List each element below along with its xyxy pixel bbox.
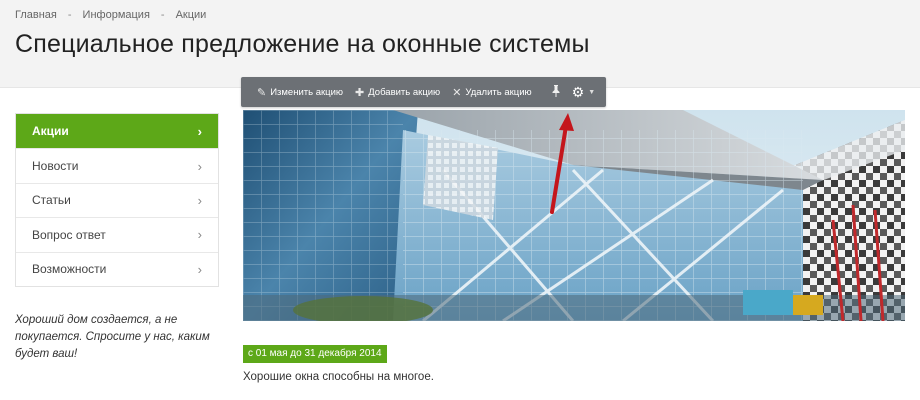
breadcrumb-home[interactable]: Главная — [15, 9, 57, 21]
breadcrumb-current: Акции — [175, 9, 207, 21]
promo-banner-image — [243, 110, 905, 321]
sidebar-item-label: Статьи — [32, 193, 71, 208]
sidebar-item-label: Акции — [32, 124, 69, 139]
breadcrumb-info[interactable]: Информация — [83, 9, 150, 21]
sidebar-item-label: Вопрос ответ — [32, 227, 106, 242]
sidebar-item-features[interactable]: Возможности › — [16, 251, 218, 286]
page-title: Специальное предложение на оконные систе… — [15, 30, 590, 58]
chevron-right-icon: › — [197, 261, 202, 277]
pin-icon — [552, 84, 560, 100]
edit-promo-button[interactable]: ✎ Изменить акцию — [257, 86, 343, 99]
sidebar-menu: Акции › Новости › Статьи › Вопрос ответ … — [15, 113, 219, 287]
sidebar-item-faq[interactable]: Вопрос ответ › — [16, 217, 218, 252]
chevron-down-icon: ▼ — [588, 88, 596, 96]
pencil-icon: ✎ — [257, 86, 267, 99]
delete-promo-button[interactable]: ✕ Удалить акцию — [452, 86, 531, 99]
breadcrumb-separator: - — [67, 9, 72, 21]
sidebar-item-news[interactable]: Новости › — [16, 148, 218, 183]
sidebar-item-label: Новости — [32, 159, 79, 174]
delete-promo-label: Удалить акцию — [465, 86, 532, 98]
promo-lead-text: Хорошие окна способны на многое. — [243, 371, 434, 383]
gear-icon: ⚙ — [571, 83, 585, 100]
add-promo-label: Добавить акцию — [368, 86, 441, 98]
breadcrumb-separator: - — [160, 9, 165, 21]
chevron-right-icon: › — [197, 227, 202, 243]
sidebar-item-articles[interactable]: Статьи › — [16, 182, 218, 218]
edit-promo-label: Изменить акцию — [270, 86, 344, 98]
sidebar-item-promotions[interactable]: Акции › — [16, 114, 218, 149]
close-icon: ✕ — [452, 86, 462, 99]
settings-button[interactable]: ⚙ ▼ — [572, 84, 596, 101]
breadcrumb: Главная - Информация - Акции — [15, 9, 206, 21]
plus-icon: ✚ — [355, 86, 365, 99]
chevron-right-icon: › — [197, 158, 202, 174]
chevron-right-icon: › — [197, 123, 202, 139]
promo-date-badge: с 01 мая до 31 декабря 2014 — [243, 345, 387, 363]
chevron-right-icon: › — [197, 192, 202, 208]
add-promo-button[interactable]: ✚ Добавить акцию — [355, 86, 440, 99]
sidebar-item-label: Возможности — [32, 262, 107, 277]
admin-toolbar: ✎ Изменить акцию ✚ Добавить акцию ✕ Удал… — [241, 77, 606, 107]
sidebar-quote: Хороший дом создается, а не покупается. … — [15, 314, 210, 360]
pin-button[interactable] — [552, 84, 560, 100]
